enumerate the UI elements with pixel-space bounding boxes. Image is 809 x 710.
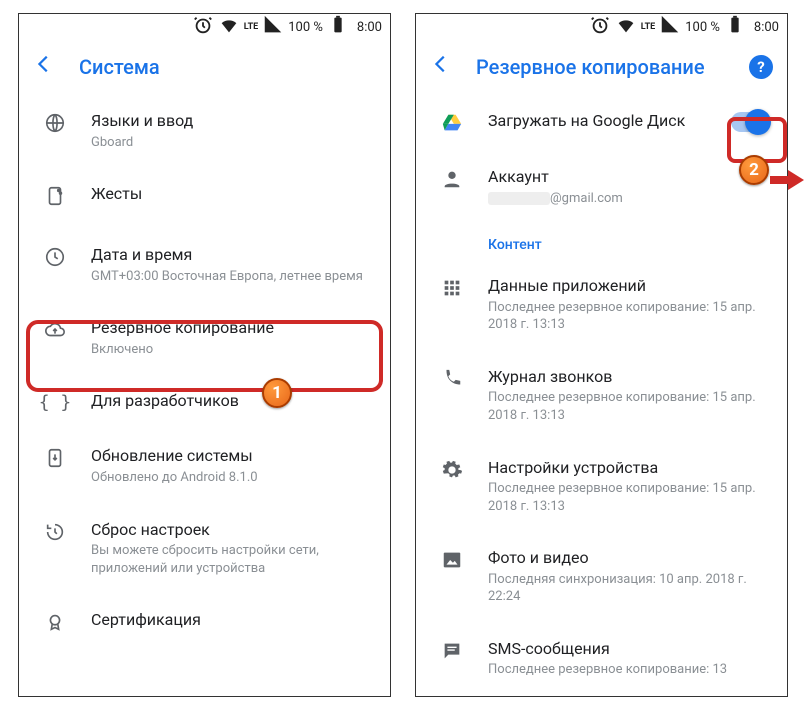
item-sub: GMT+03:00 Восточная Европа, летнее время (91, 268, 372, 286)
item-update[interactable]: Обновление системы Обновлено до Android … (19, 429, 390, 502)
battery-label: 100 % (685, 20, 720, 35)
item-title: Сброс настроек (91, 519, 372, 541)
item-backup[interactable]: Резервное копирование Включено (19, 301, 390, 374)
update-icon (44, 447, 66, 474)
cloud-upload-icon (44, 319, 66, 346)
restore-icon (44, 521, 66, 548)
item-title: Жесты (91, 183, 372, 205)
item-title: SMS-сообщения (488, 638, 769, 660)
item-certification[interactable]: Сертификация (19, 593, 390, 654)
item-title: Журнал звонков (488, 366, 769, 388)
item-title: Резервное копирование (91, 317, 372, 339)
item-device-settings[interactable]: Настройки устройства Последнее резервное… (416, 441, 787, 532)
phone-left: LTE 100 % 8:00 Система Языки и ввод Gboa… (18, 13, 391, 697)
signal-icon (262, 14, 284, 40)
item-reset[interactable]: Сброс настроек Вы можете сбросить настро… (19, 503, 390, 594)
item-title: Обновление системы (91, 445, 372, 467)
item-gestures[interactable]: Жесты (19, 167, 390, 228)
item-title: Языки и ввод (91, 110, 372, 132)
annotation-arrow-head (788, 170, 804, 190)
braces-icon: { } (39, 392, 72, 413)
item-sub: Последнее резервное копирование: 15 апр.… (488, 480, 769, 515)
account-email: @gmail.com (488, 190, 769, 208)
status-bar: LTE 100 % 8:00 (416, 14, 787, 40)
item-sub: Последнее резервное копирование: 15 апр.… (488, 299, 769, 334)
alarm-icon (192, 14, 214, 40)
item-sub: Gboard (91, 134, 372, 152)
apps-icon (441, 277, 463, 304)
certificate-icon (44, 611, 66, 638)
battery-label: 100 % (288, 20, 323, 35)
item-title: Аккаунт (488, 166, 769, 188)
clock-label: 8:00 (754, 20, 779, 35)
item-title: Данные приложений (488, 275, 769, 297)
item-developer[interactable]: { } Для разработчиков (19, 374, 390, 429)
item-title: Фото и видео (488, 547, 769, 569)
item-title: Дата и время (91, 244, 372, 266)
item-sub: Включено (91, 341, 372, 359)
wifi-icon (218, 14, 240, 40)
item-app-data[interactable]: Данные приложений Последнее резервное ко… (416, 259, 787, 350)
signal-icon (659, 14, 681, 40)
image-icon (441, 549, 463, 576)
item-title: Сертификация (91, 609, 372, 631)
status-bar: LTE 100 % 8:00 (19, 14, 390, 40)
help-icon[interactable]: ? (749, 55, 773, 79)
phone-icon (441, 368, 463, 395)
gestures-icon (44, 185, 66, 212)
wifi-icon (615, 14, 637, 40)
item-sub: Последнее резервное копирование: 15 апр.… (488, 389, 769, 424)
item-title: Загружать на Google Диск (488, 110, 723, 132)
item-sub: Обновлено до Android 8.1.0 (91, 469, 372, 487)
item-title: Настройки устройства (488, 457, 769, 479)
item-languages[interactable]: Языки и ввод Gboard (19, 94, 390, 167)
clock-icon (44, 246, 66, 273)
battery-icon (724, 14, 746, 40)
alarm-icon (589, 14, 611, 40)
phone-right: LTE 100 % 8:00 Резервное копирование ? З… (415, 13, 788, 697)
item-photos[interactable]: Фото и видео Последняя синхронизация: 10… (416, 531, 787, 622)
page-title: Резервное копирование (476, 55, 725, 79)
battery-icon (327, 14, 349, 40)
globe-icon (44, 112, 66, 139)
clock-label: 8:00 (357, 20, 382, 35)
item-call-log[interactable]: Журнал звонков Последнее резервное копир… (416, 350, 787, 441)
item-sms[interactable]: SMS-сообщения Последнее резервное копиро… (416, 622, 787, 695)
settings-list: Языки и ввод Gboard Жесты Дата и время G… (19, 94, 390, 654)
google-drive-icon (441, 112, 463, 134)
app-bar: Система (19, 40, 390, 94)
item-datetime[interactable]: Дата и время GMT+03:00 Восточная Европа,… (19, 228, 390, 301)
item-title: Для разработчиков (91, 390, 372, 412)
backup-list: Загружать на Google Диск Аккаунт @gmail.… (416, 94, 787, 695)
item-sub: Последнее резервное копирование: 13 (488, 661, 769, 679)
content-header: Контент (416, 223, 787, 259)
back-icon[interactable] (33, 53, 55, 81)
redacted-email-user (488, 192, 550, 205)
app-bar: Резервное копирование ? (416, 40, 787, 94)
back-icon[interactable] (430, 53, 452, 81)
backup-toggle[interactable] (731, 112, 769, 132)
page-title: Система (79, 55, 376, 79)
lte-label: LTE (641, 22, 656, 32)
gear-icon (441, 459, 463, 486)
item-account[interactable]: Аккаунт @gmail.com (416, 150, 787, 223)
message-icon (441, 640, 463, 667)
item-sub: Вы можете сбросить настройки сети, прило… (91, 542, 372, 577)
item-backup-to-drive[interactable]: Загружать на Google Диск (416, 94, 787, 150)
lte-label: LTE (244, 22, 259, 32)
item-sub: Последняя синхронизация: 10 апр. 2018 г.… (488, 571, 769, 606)
account-icon (441, 168, 463, 195)
